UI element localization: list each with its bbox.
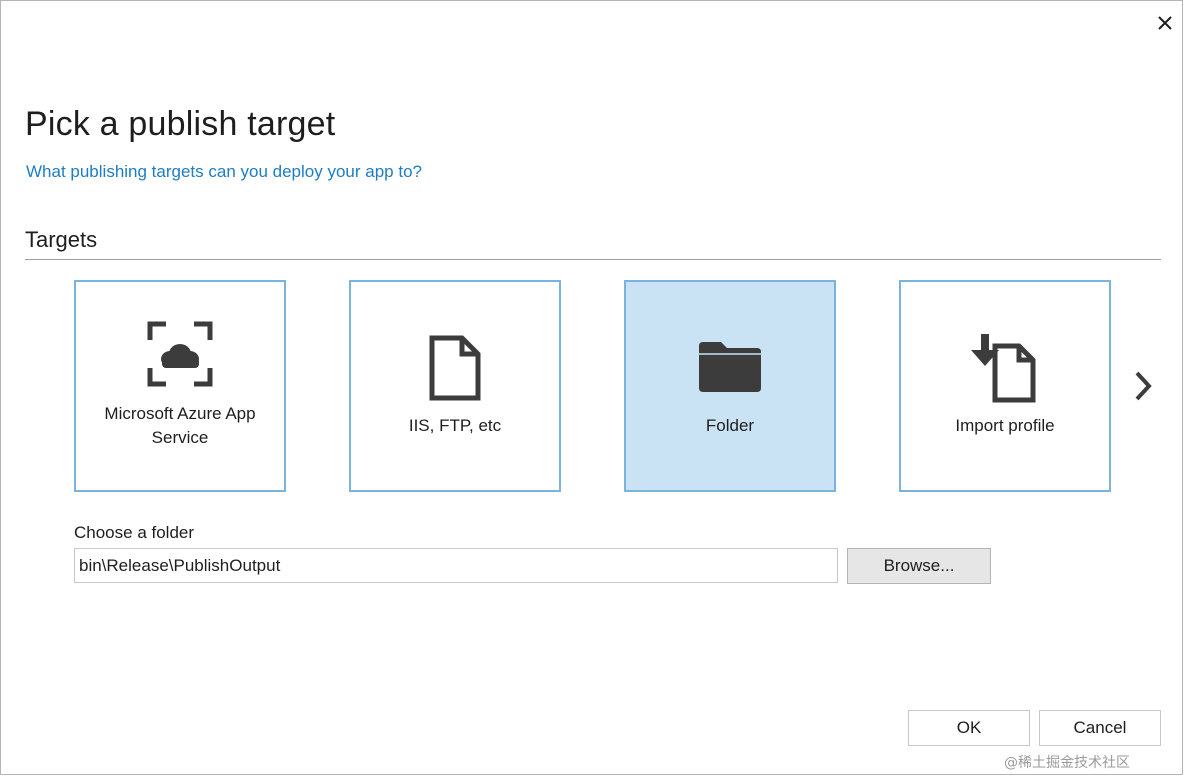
browse-button[interactable]: Browse...	[847, 548, 991, 584]
help-link[interactable]: What publishing targets can you deploy y…	[26, 162, 422, 182]
target-label: IIS, FTP, etc	[408, 416, 502, 435]
chevron-right-icon	[1135, 371, 1152, 401]
target-tile-iis-ftp[interactable]: IIS, FTP, etc	[349, 280, 561, 492]
close-icon	[1158, 16, 1172, 30]
folder-path-input[interactable]	[74, 548, 838, 583]
target-label: Microsoft Azure App Service	[84, 402, 276, 450]
target-label: Folder	[705, 416, 755, 435]
cancel-button[interactable]: Cancel	[1039, 710, 1161, 746]
targets-header: Targets	[25, 227, 98, 252]
ok-button[interactable]: OK	[908, 710, 1030, 746]
watermark: @稀土掘金技术社区	[1004, 755, 1130, 771]
folder-icon	[699, 342, 761, 392]
close-button[interactable]	[1153, 11, 1177, 35]
target-tile-azure[interactable]: Microsoft Azure App Service	[74, 280, 286, 492]
azure-app-service-icon	[147, 321, 213, 387]
target-label-line2: Service	[151, 428, 209, 447]
target-label-line1: Microsoft Azure App	[104, 404, 256, 423]
document-icon	[429, 335, 481, 401]
folder-label: Choose a folder	[74, 523, 195, 542]
next-targets-button[interactable]	[1131, 367, 1157, 405]
page-title: Pick a publish target	[25, 105, 336, 143]
targets-divider	[25, 259, 1161, 260]
import-profile-icon	[971, 334, 1036, 403]
target-label: Import profile	[955, 416, 1055, 435]
target-tile-folder[interactable]: Folder	[624, 280, 836, 492]
publish-dialog: Pick a publish target What publishing ta…	[0, 0, 1183, 775]
target-tile-import-profile[interactable]: Import profile	[899, 280, 1111, 492]
